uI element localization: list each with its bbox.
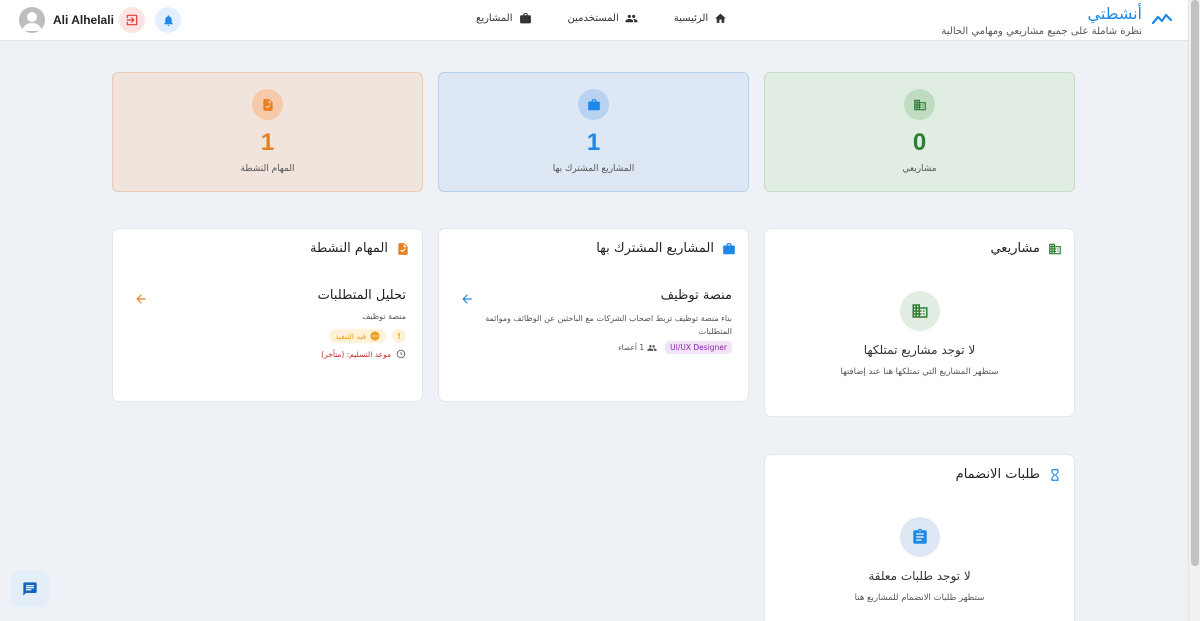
briefcase-icon — [519, 13, 531, 24]
task-due-text: موعد التسليم: (متأخر) — [321, 349, 391, 359]
in-progress-icon — [370, 331, 380, 341]
arrow-left-icon[interactable] — [134, 292, 148, 306]
top-header: أنشطتي نظرة شاملة على جميع مشاريعي ومهام… — [0, 0, 1188, 41]
task-file-icon — [252, 89, 283, 120]
hourglass-icon — [1051, 468, 1059, 481]
active-tasks-title: المهام النشطة — [310, 241, 410, 256]
notifications-button[interactable] — [155, 7, 181, 33]
task-status-row: قيد التنفيذ ! — [328, 329, 406, 343]
stat-active-tasks: 1 المهام النشطة — [112, 72, 423, 192]
scrollbar-thumb[interactable] — [1191, 0, 1199, 566]
members-count: 1 أعضاء — [618, 343, 657, 353]
user-icon — [22, 12, 42, 31]
nav-home[interactable]: الرئيسية — [674, 12, 727, 25]
project-meta: UI/UX Designer 1 أعضاء — [618, 341, 732, 354]
join-requests-empty-subtitle: ستظهر طلبات الانضمام للمشاريع هنا — [854, 593, 985, 603]
user-name: Ali Alhelali — [53, 13, 114, 27]
active-tasks-title-text: المهام النشطة — [310, 241, 388, 256]
join-requests-title: طلبات الانضمام — [956, 467, 1062, 482]
nav-projects[interactable]: المشاريع — [476, 12, 532, 25]
main-nav: الرئيسية المستخدمين المشاريع — [476, 12, 727, 25]
home-icon — [715, 13, 727, 23]
stat-shared-projects: 1 المشاريع المشترك بها — [438, 72, 749, 192]
project-description: بناء منصة توظيف تربط اصحاب الشركات مع ال… — [485, 314, 732, 336]
nav-projects-label: المشاريع — [476, 13, 513, 24]
stat-my-projects-label: مشاريعي — [902, 164, 937, 174]
shared-projects-title-text: المشاريع المشترك بها — [596, 241, 714, 256]
bell-icon — [163, 14, 173, 26]
users-icon — [625, 14, 638, 23]
my-projects-title-text: مشاريعي — [990, 241, 1040, 256]
users-icon — [647, 344, 657, 351]
join-requests-empty-title: لا توجد طلبات معلقة — [868, 569, 971, 583]
brand[interactable]: أنشطتي نظرة شاملة على جميع مشاريعي ومهام… — [941, 4, 1173, 39]
stat-shared-projects-value: 1 — [586, 129, 601, 156]
chat-button[interactable] — [11, 571, 49, 607]
active-tasks-panel: المهام النشطة تحليل المتطلبات منصة توظيف… — [112, 228, 423, 402]
logout-button[interactable] — [119, 7, 145, 33]
task-file-icon — [398, 242, 408, 255]
role-badge: UI/UX Designer — [665, 341, 732, 354]
briefcase-icon — [723, 242, 735, 254]
my-projects-empty-subtitle: ستظهر المشاريع التي تمتلكها هنا عند إضاف… — [840, 367, 999, 377]
task-project: منصة توظيف — [362, 312, 406, 321]
brand-text: أنشطتي نظرة شاملة على جميع مشاريعي ومهام… — [941, 4, 1142, 39]
chat-icon — [23, 582, 37, 596]
stat-active-tasks-value: 1 — [260, 129, 275, 156]
my-projects-title: مشاريعي — [990, 241, 1062, 256]
clipboard-icon — [899, 517, 940, 557]
join-requests-empty-state: لا توجد طلبات معلقة ستظهر طلبات الانضمام… — [765, 517, 1074, 603]
stat-my-projects: 0 مشاريعي — [764, 72, 1075, 192]
logout-icon — [126, 14, 138, 26]
brand-title: أنشطتي — [1087, 4, 1142, 23]
warning-badge: ! — [392, 329, 406, 343]
task-due: موعد التسليم: (متأخر) — [321, 349, 406, 359]
status-badge: قيد التنفيذ — [328, 329, 386, 343]
shared-projects-title: المشاريع المشترك بها — [596, 241, 736, 256]
arrow-left-icon[interactable] — [460, 292, 474, 306]
nav-users[interactable]: المستخدمين — [568, 12, 638, 25]
nav-users-label: المستخدمين — [567, 13, 619, 24]
building-icon — [904, 89, 935, 120]
trend-icon — [1151, 10, 1173, 29]
my-projects-empty-title: لا توجد مشاريع تمتلكها — [863, 343, 976, 357]
nav-home-label: الرئيسية — [673, 13, 709, 24]
join-requests-panel: طلبات الانضمام لا توجد طلبات معلقة ستظهر… — [764, 454, 1075, 621]
building-icon — [1049, 243, 1061, 254]
status-badge-text: قيد التنفيذ — [334, 331, 366, 341]
project-title[interactable]: منصة توظيف — [661, 288, 732, 303]
stat-active-tasks-label: المهام النشطة — [240, 164, 295, 174]
my-projects-panel: مشاريعي لا توجد مشاريع تمتلكها ستظهر الم… — [764, 228, 1075, 417]
clock-icon — [396, 349, 406, 359]
shared-projects-panel: المشاريع المشترك بها منصة توظيف بناء منص… — [438, 228, 749, 402]
user-menu[interactable]: Ali Alhelali — [19, 7, 114, 33]
avatar — [19, 7, 45, 33]
scrollbar[interactable] — [1188, 0, 1200, 621]
brand-subtitle: نظرة شاملة على جميع مشاريعي ومهامي الحال… — [941, 26, 1142, 37]
join-requests-title-text: طلبات الانضمام — [955, 467, 1040, 482]
briefcase-icon — [578, 89, 609, 120]
building-icon — [899, 291, 940, 331]
members-count-text: 1 أعضاء — [618, 343, 645, 352]
stat-my-projects-value: 0 — [912, 129, 927, 156]
stat-shared-projects-label: المشاريع المشترك بها — [552, 164, 635, 174]
my-projects-empty-state: لا توجد مشاريع تمتلكها ستظهر المشاريع ال… — [765, 291, 1074, 377]
task-title[interactable]: تحليل المتطلبات — [318, 288, 406, 303]
